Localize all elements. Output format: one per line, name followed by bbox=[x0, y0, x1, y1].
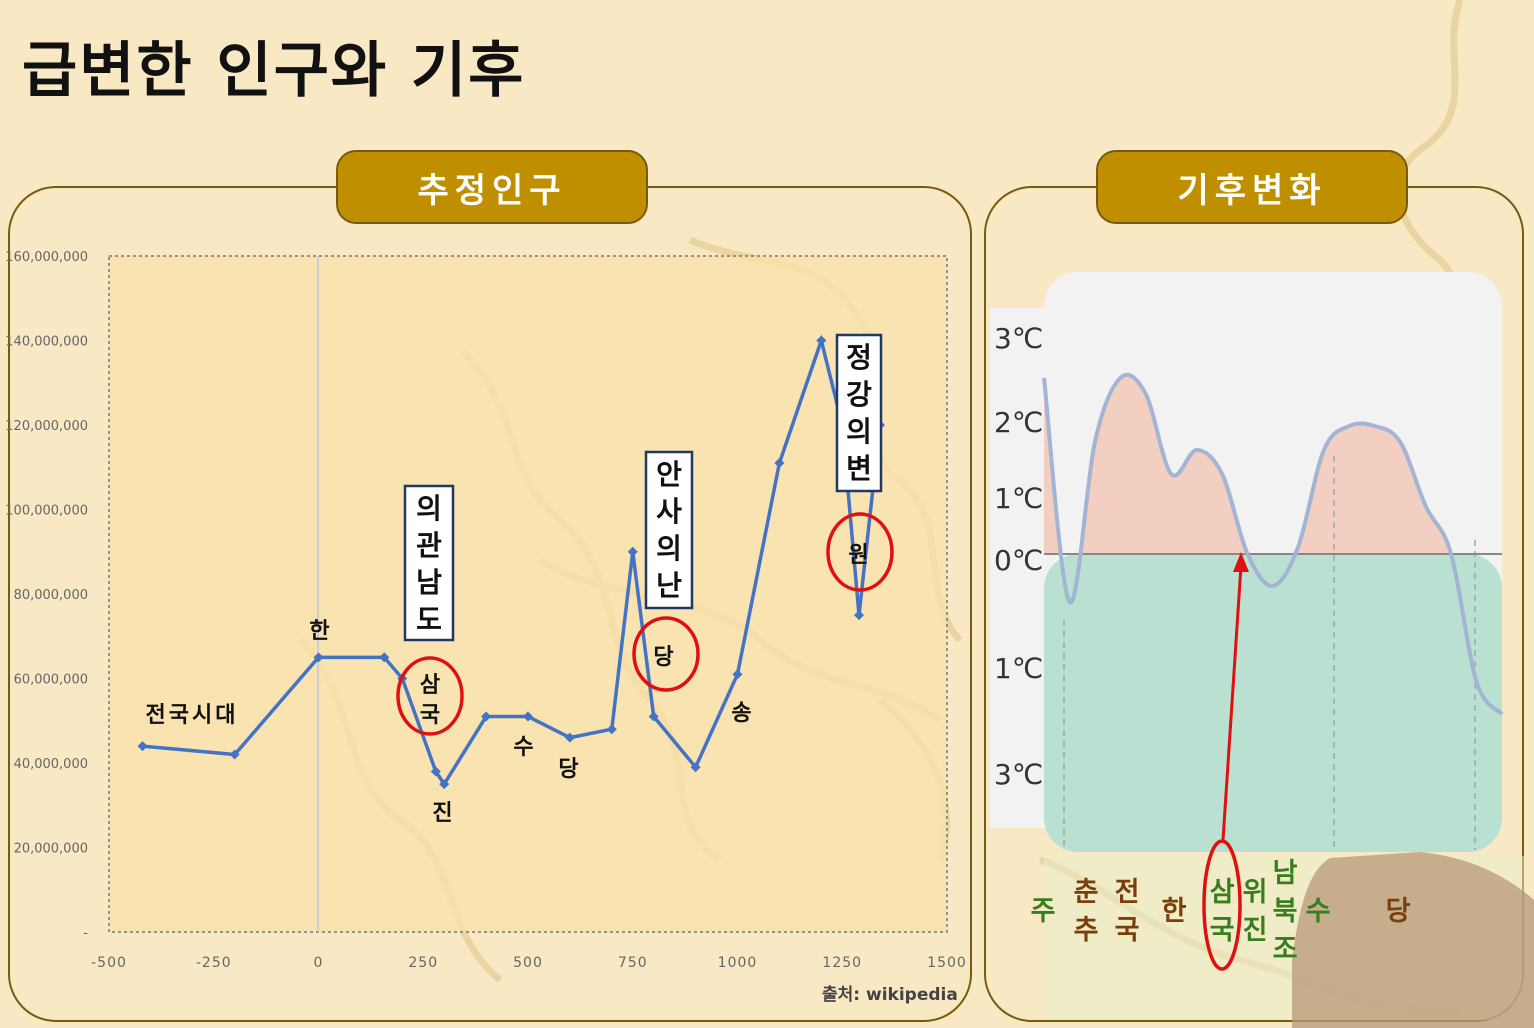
dynasty-label: 삼 bbox=[1210, 877, 1235, 908]
dynasty-label: 한 bbox=[1162, 896, 1187, 927]
dynasty-label: 추 bbox=[1074, 915, 1099, 946]
dynasty-label: 주 bbox=[1031, 896, 1056, 927]
temp-label: 1℃ bbox=[994, 652, 1043, 685]
dynasty-label: 진 bbox=[1243, 915, 1268, 946]
dynasty-label: 국 bbox=[1115, 915, 1140, 946]
climate-chart: 3℃2℃1℃0℃1℃3℃ 주춘추전국한삼국위진남북조수 당 bbox=[990, 272, 1534, 1028]
dynasty-label: 조 bbox=[1273, 934, 1298, 965]
dynasty-label: 북 bbox=[1273, 896, 1298, 927]
temp-label: 3℃ bbox=[994, 322, 1043, 355]
temp-label: 0℃ bbox=[994, 544, 1043, 577]
dynasty-label: 춘 bbox=[1074, 877, 1099, 908]
cool-area bbox=[1044, 554, 1502, 852]
temp-label: 3℃ bbox=[994, 758, 1043, 791]
dynasty-label: 당 bbox=[1386, 896, 1411, 927]
dynasty-label: 수 bbox=[1306, 896, 1331, 927]
temp-label: 2℃ bbox=[994, 406, 1043, 439]
decorative-brown-shape bbox=[1292, 852, 1534, 1028]
dynasty-label: 위 bbox=[1243, 877, 1268, 908]
temp-label: 1℃ bbox=[994, 482, 1043, 515]
dynasty-label: 전 bbox=[1115, 877, 1140, 908]
dynasty-label: 국 bbox=[1210, 915, 1235, 946]
dynasty-label: 남 bbox=[1273, 858, 1298, 889]
